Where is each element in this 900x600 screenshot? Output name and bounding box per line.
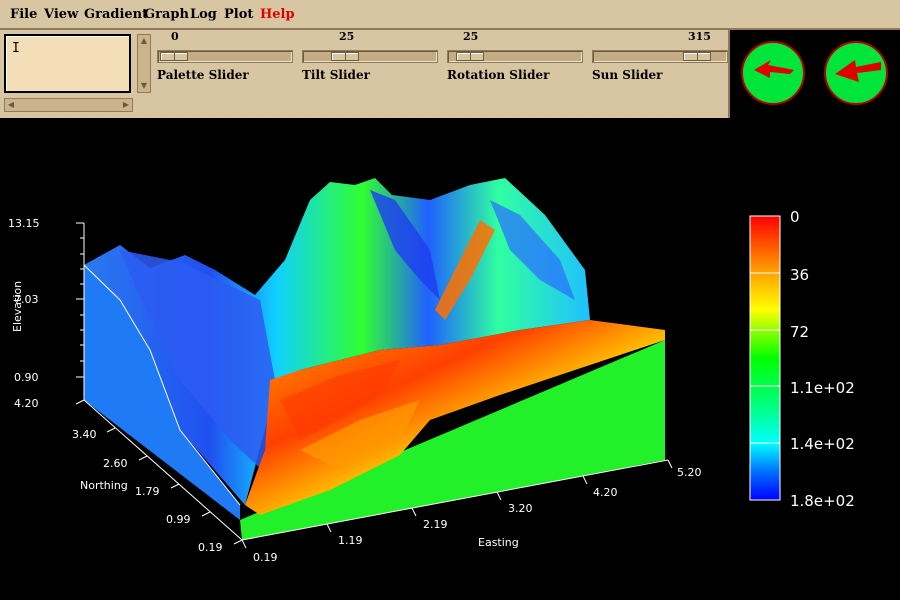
easting-tick-0: 0.19 <box>253 551 278 564</box>
tilt-slider: 25 Tilt Slider <box>302 30 442 90</box>
color-legend-bar <box>749 215 781 501</box>
text-cursor: I <box>12 41 20 56</box>
sun-slider-label: Sun Slider <box>592 68 663 82</box>
easting-tick-2: 2.19 <box>423 518 448 531</box>
text-area-vertical-scrollbar[interactable]: ▲ ▼ <box>137 34 151 93</box>
palette-slider-thumb[interactable] <box>160 52 188 61</box>
color-legend: 0 36 72 1.1e+02 1.4e+02 1.8e+02 <box>749 208 855 510</box>
easting-tick-5: 5.20 <box>677 466 702 479</box>
easting-tick-1: 1.19 <box>338 534 363 547</box>
elevation-axis-label: Elevation <box>11 281 24 332</box>
rotation-slider-label: Rotation Slider <box>447 68 550 82</box>
legend-label-1: 36 <box>790 266 809 284</box>
control-panel: I ▲ ▼ ◀ ▶ 0 Palette Slider 25 Tilt Slide… <box>0 30 730 118</box>
legend-label-3: 1.1e+02 <box>790 379 855 397</box>
elevation-tick-max: 13.15 <box>8 217 40 230</box>
menu-bar: File View Gradient Graph Log Plot Help <box>0 0 900 30</box>
tilt-slider-thumb[interactable] <box>331 52 359 61</box>
palette-slider-label: Palette Slider <box>157 68 249 82</box>
scroll-left-arrow-icon[interactable]: ◀ <box>6 100 16 110</box>
easting-tick-4: 4.20 <box>593 486 618 499</box>
terrain-surface <box>83 178 665 540</box>
legend-label-4: 1.4e+02 <box>790 435 855 453</box>
legend-label-5: 1.8e+02 <box>790 492 855 510</box>
palette-slider-value: 0 <box>171 30 179 43</box>
menu-file[interactable]: File <box>10 7 37 22</box>
rotation-slider-value: 25 <box>463 30 479 43</box>
menu-log[interactable]: Log <box>190 7 217 22</box>
northing-tick-2: 2.60 <box>103 457 128 470</box>
northing-tick-3: 1.79 <box>135 485 160 498</box>
northing-tick-0: 4.20 <box>14 397 39 410</box>
legend-label-2: 72 <box>790 323 809 341</box>
menu-help[interactable]: Help <box>260 7 295 22</box>
text-area-horizontal-scrollbar[interactable]: ◀ ▶ <box>4 98 133 112</box>
legend-label-0: 0 <box>790 208 800 226</box>
menu-plot[interactable]: Plot <box>224 7 253 22</box>
tilt-slider-value: 25 <box>339 30 355 43</box>
rotation-slider-track[interactable] <box>447 50 583 63</box>
sun-slider-track[interactable] <box>592 50 728 63</box>
menu-graph[interactable]: Graph <box>144 7 189 22</box>
sun-direction-icon[interactable] <box>823 40 889 106</box>
menu-view[interactable]: View <box>44 7 78 22</box>
northing-axis-label: Northing <box>80 479 128 492</box>
northing-tick-4: 0.99 <box>166 513 191 526</box>
easting-axis-label: Easting <box>478 536 519 549</box>
scroll-up-arrow-icon[interactable]: ▲ <box>139 36 149 46</box>
sun-slider: 315 Sun Slider <box>592 30 732 90</box>
rotation-slider-thumb[interactable] <box>456 52 484 61</box>
sun-slider-thumb[interactable] <box>683 52 711 61</box>
menu-gradient[interactable]: Gradient <box>84 7 148 22</box>
sun-slider-value: 315 <box>688 30 711 43</box>
scroll-right-arrow-icon[interactable]: ▶ <box>121 100 131 110</box>
northing-tick-1: 3.40 <box>72 428 97 441</box>
terrain-plot: 13.15 7.03 0.90 Elevation 4.20 3.40 2.60… <box>8 178 855 564</box>
rotation-slider: 25 Rotation Slider <box>447 30 587 90</box>
tilt-slider-label: Tilt Slider <box>302 68 370 82</box>
scroll-down-arrow-icon[interactable]: ▼ <box>139 81 149 91</box>
elevation-tick-min: 0.90 <box>14 371 39 384</box>
tilt-slider-track[interactable] <box>302 50 438 63</box>
easting-tick-3: 3.20 <box>508 502 533 515</box>
northing-tick-5: 0.19 <box>198 541 223 554</box>
palette-slider: 0 Palette Slider <box>157 30 297 90</box>
view-direction-icon[interactable] <box>740 40 806 106</box>
command-text-area[interactable]: I <box>4 34 131 93</box>
palette-slider-track[interactable] <box>157 50 293 63</box>
